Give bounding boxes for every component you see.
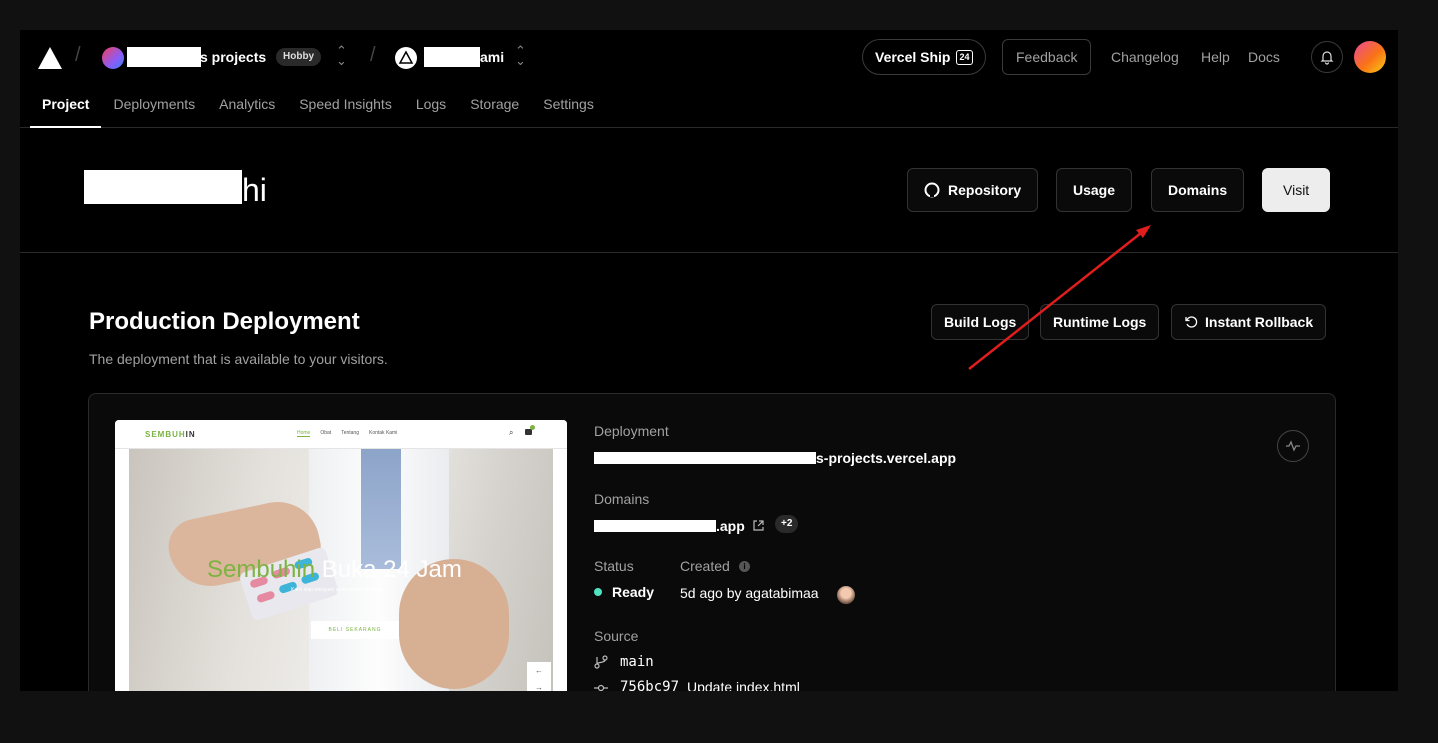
preview-site-navbar: SEMBUHIN Home Obat Tentang Kontak Kami ⌕ — [115, 420, 567, 449]
production-deployment-title: Production Deployment — [89, 308, 360, 335]
breadcrumb-separator: / — [370, 44, 376, 66]
more-domains-badge[interactable]: +2 — [775, 515, 799, 533]
project-icon[interactable] — [395, 47, 417, 69]
commit-hash[interactable]: 756bc97 — [620, 679, 679, 691]
vercel-dashboard: / s projects Hobby ⌃ ⌄ / ami ⌃ ⌄ Vercel Sh… — [20, 30, 1398, 691]
preview-search-icon: ⌕ — [509, 428, 514, 437]
preview-hero-tie — [361, 449, 401, 569]
preview-tagline: Kami siap melayani anda selama 24 Jam — [291, 587, 383, 593]
tab-speed-insights[interactable]: Speed Insights — [287, 88, 404, 128]
top-navigation: / s projects Hobby ⌃ ⌄ / ami ⌃ ⌄ Vercel Sh… — [20, 30, 1398, 128]
visit-button[interactable]: Visit — [1262, 168, 1331, 212]
preview-cart-dot — [530, 425, 535, 430]
deployment-activity-button[interactable] — [1277, 430, 1309, 462]
info-icon[interactable]: i — [739, 561, 750, 572]
pill — [256, 590, 276, 604]
preview-hero: Sembuhin Buka 24 Jam Kami siap melayani … — [129, 449, 553, 691]
docs-link[interactable]: Docs — [1248, 49, 1280, 65]
preview-cta-button: BELI SEKARANG — [311, 621, 399, 639]
notifications-button[interactable] — [1311, 41, 1343, 73]
redacted-project-name — [424, 47, 480, 67]
breadcrumb-separator: / — [75, 44, 81, 66]
instant-rollback-label: Instant Rollback — [1205, 314, 1314, 330]
github-icon — [924, 182, 940, 198]
created-label: Created — [680, 558, 730, 574]
redacted-team-name — [127, 47, 201, 67]
commit-message[interactable]: Update index.html — [687, 679, 800, 691]
activity-icon — [1286, 440, 1300, 452]
changelog-link[interactable]: Changelog — [1111, 49, 1179, 65]
domains-button[interactable]: Domains — [1151, 168, 1245, 212]
domains-label: Domains — [594, 491, 650, 507]
external-link-icon[interactable] — [752, 519, 765, 532]
deployment-label: Deployment — [594, 423, 669, 439]
tab-deployments[interactable]: Deployments — [101, 88, 207, 128]
tab-settings[interactable]: Settings — [531, 88, 606, 128]
status-label: Status — [594, 558, 634, 574]
build-logs-button[interactable]: Build Logs — [931, 304, 1030, 340]
tab-storage[interactable]: Storage — [458, 88, 531, 128]
repository-label: Repository — [948, 182, 1022, 198]
creator-avatar[interactable] — [837, 586, 855, 604]
status-ready-dot — [594, 588, 602, 596]
team-switcher-chevron-icon[interactable]: ⌃ ⌄ — [336, 44, 347, 67]
preview-menu: Home Obat Tentang Kontak Kami — [297, 430, 398, 437]
instant-rollback-button[interactable]: Instant Rollback — [1171, 304, 1327, 340]
tab-logs[interactable]: Logs — [404, 88, 458, 128]
project-header: hi Repository Usage Domains Visit — [20, 128, 1398, 253]
source-label: Source — [594, 628, 639, 644]
help-link[interactable]: Help — [1201, 49, 1230, 65]
usage-button[interactable]: Usage — [1056, 168, 1133, 212]
project-name[interactable]: ami — [480, 49, 504, 65]
team-name[interactable]: s projects — [200, 49, 266, 65]
project-tabs: Project Deployments Analytics Speed Insi… — [30, 88, 606, 128]
status-value: Ready — [612, 584, 655, 600]
runtime-logs-button[interactable]: Runtime Logs — [1040, 304, 1160, 340]
vercel-logo-icon[interactable] — [37, 46, 63, 70]
deployment-preview-screenshot[interactable]: SEMBUHIN HomeObatTentangKontak Kami ⌕ — [115, 420, 567, 691]
preview-brand: SEMBUHIN — [145, 430, 196, 439]
feedback-button[interactable]: Feedback — [1002, 39, 1092, 75]
user-avatar[interactable] — [1354, 41, 1386, 73]
preview-headline: Sembuhin Buka 24 Jam — [207, 556, 462, 583]
deployment-url[interactable]: s-projects.vercel.app — [816, 450, 956, 466]
tab-project[interactable]: Project — [30, 88, 102, 128]
rollback-icon — [1185, 316, 1198, 328]
tab-analytics[interactable]: Analytics — [207, 88, 287, 128]
bell-icon — [1320, 51, 1334, 65]
created-value: 5d ago by agatabimaa — [680, 585, 819, 601]
project-switcher-chevron-icon[interactable]: ⌃ ⌄ — [515, 44, 526, 67]
plan-badge: Hobby — [276, 48, 322, 66]
domain-link[interactable]: .app — [716, 518, 745, 534]
git-branch-icon — [594, 655, 608, 669]
git-commit-icon — [594, 684, 608, 691]
repository-button[interactable]: Repository — [907, 168, 1039, 212]
preview-scroll-arrows: ← → — [527, 662, 551, 691]
vercel-ship-label: Vercel Ship — [875, 49, 951, 65]
team-avatar[interactable] — [102, 47, 124, 69]
redacted-deployment-url — [594, 452, 816, 464]
deployment-card: SEMBUHIN HomeObatTentangKontak Kami ⌕ — [88, 393, 1336, 691]
ship-badge: 24 — [956, 49, 973, 65]
branch-name[interactable]: main — [620, 654, 654, 670]
project-title: hi — [242, 172, 267, 208]
vercel-ship-button[interactable]: Vercel Ship 24 — [862, 39, 986, 75]
production-deployment-subtitle: The deployment that is available to your… — [89, 351, 388, 367]
redacted-domain — [594, 520, 716, 532]
redacted-project-title — [84, 170, 242, 204]
